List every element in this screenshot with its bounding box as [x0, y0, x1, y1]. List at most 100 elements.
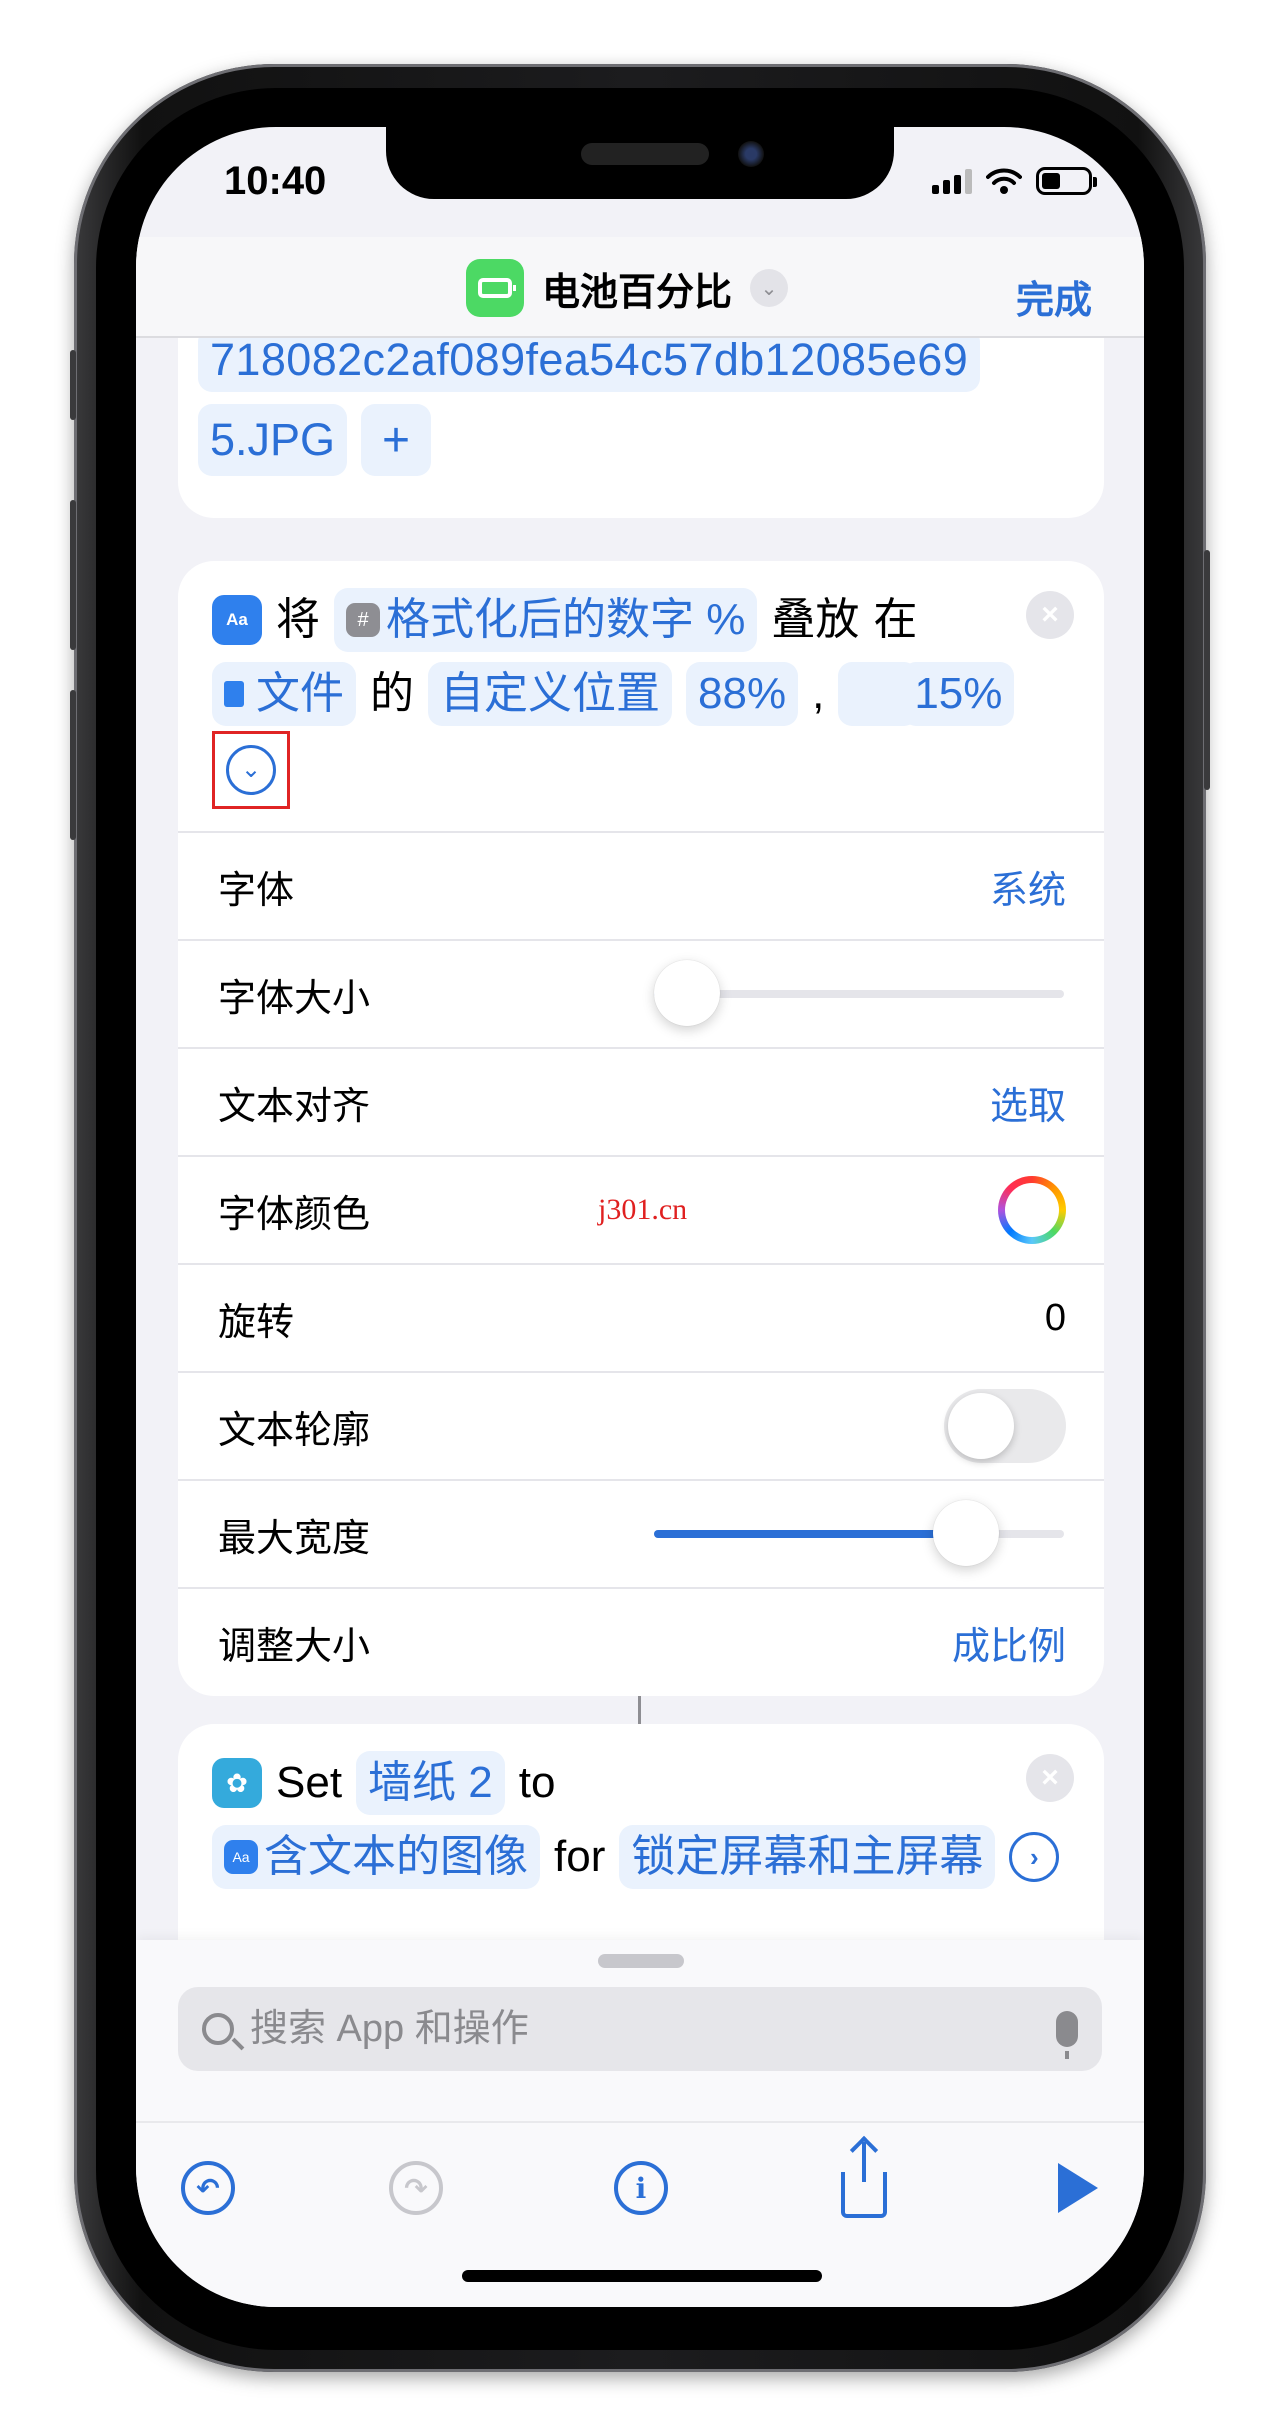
- param-row-text-outline: 文本轮廓: [178, 1371, 1104, 1479]
- image-token[interactable]: Aa 含文本的图像: [212, 1825, 540, 1889]
- wifi-icon: [986, 168, 1022, 194]
- param-row-resize[interactable]: 调整大小 成比例: [178, 1587, 1104, 1695]
- volume-down-button: [70, 690, 76, 840]
- silent-switch: [70, 350, 76, 420]
- slider-thumb[interactable]: [654, 960, 720, 1026]
- shortcut-editor: 718082c2af089fea54c57db12085e69 5.JPG + …: [136, 338, 1144, 1940]
- watermark: j301.cn: [598, 1193, 688, 1226]
- chevron-right-circle-icon[interactable]: ›: [1009, 1832, 1060, 1882]
- phone-screen: 10:40 电池百分比 ⌄ 完成 718082c2af089fea54c57db…: [136, 127, 1144, 2307]
- chevron-down-icon[interactable]: ⌄: [750, 269, 789, 307]
- font-size-slider[interactable]: [654, 960, 1064, 1026]
- word-de: 的: [370, 669, 414, 718]
- overlay-text-app-icon: Aa: [212, 595, 262, 645]
- done-button[interactable]: 完成: [1016, 269, 1092, 324]
- variable-token-label: 格式化后的数字 %: [386, 595, 746, 644]
- word-zai: 在: [873, 595, 918, 644]
- play-icon: [1058, 2163, 1098, 2213]
- status-time: 10:40: [224, 159, 327, 203]
- overlay-text-icon: Aa: [224, 1840, 258, 1874]
- param-row-font-color[interactable]: 字体颜色 j301.cn: [178, 1155, 1104, 1263]
- status-icons: [932, 167, 1097, 195]
- action-card-overlay-text: × Aa 将 # 格式化后的数字 % 叠放 在 文件 的 自定义位置 88% ,…: [178, 561, 1104, 1696]
- share-icon: [841, 2142, 887, 2218]
- max-width-slider[interactable]: [654, 1500, 1064, 1566]
- wallpaper-action-sentence: ✿ Set 墙纸 2 to Aa 含文本的图像 for 锁定屏幕和主屏幕 ›: [212, 1746, 1074, 1894]
- toolbar-buttons: ↶ ↷ i: [136, 2142, 1144, 2220]
- remove-action-icon[interactable]: ×: [1026, 591, 1074, 639]
- action-card-file: 718082c2af089fea54c57db12085e69 5.JPG +: [178, 338, 1104, 518]
- param-label: 文本对齐: [218, 1085, 371, 1128]
- variable-token[interactable]: # 格式化后的数字 %: [334, 588, 758, 652]
- word-overlay: 叠放: [771, 595, 860, 644]
- param-value[interactable]: 成比例: [952, 1615, 1066, 1670]
- param-row-rotation[interactable]: 旋转 0: [178, 1263, 1104, 1371]
- action-card-set-wallpaper: × ✿ Set 墙纸 2 to Aa 含文本的图像 for 锁定屏幕和主屏幕 ›: [178, 1724, 1104, 1940]
- text-outline-toggle[interactable]: [944, 1389, 1066, 1463]
- navigation-bar: 电池百分比 ⌄ 完成: [136, 237, 1144, 338]
- x-position-token[interactable]: 88%: [686, 662, 799, 726]
- param-row-max-width: 最大宽度: [178, 1479, 1104, 1587]
- position-token[interactable]: 自定义位置: [428, 662, 672, 726]
- toggle-knob: [948, 1393, 1014, 1459]
- front-camera: [738, 141, 764, 167]
- wallpaper-app-icon: ✿: [212, 1758, 262, 1808]
- slider-thumb[interactable]: [932, 1500, 999, 1566]
- file-token[interactable]: 文件: [212, 662, 356, 726]
- param-value[interactable]: 0: [1045, 1297, 1066, 1340]
- home-indicator[interactable]: [462, 2270, 822, 2282]
- action-connector-line: [638, 1696, 641, 1724]
- word-for: for: [554, 1832, 606, 1881]
- file-name-token-end[interactable]: 5.JPG: [198, 404, 348, 476]
- undo-icon: ↶: [181, 2161, 235, 2215]
- battery-shortcut-icon: [466, 259, 524, 317]
- target-token[interactable]: 锁定屏幕和主屏幕: [619, 1825, 996, 1889]
- file-token-label: 文件: [256, 669, 344, 718]
- color-picker-icon[interactable]: [998, 1176, 1066, 1244]
- param-row-font[interactable]: 字体 系统: [178, 831, 1104, 939]
- param-row-font-size: 字体大小: [178, 939, 1104, 1047]
- earpiece-speaker: [581, 143, 709, 165]
- wallpaper-token[interactable]: 墙纸 2: [356, 1751, 505, 1815]
- expand-options-highlight[interactable]: ⌄: [212, 731, 290, 809]
- search-input[interactable]: [250, 2007, 1056, 2051]
- y-position-token[interactable]: 15%: [902, 662, 1015, 726]
- image-token-label: 含文本的图像: [264, 1832, 528, 1881]
- overlay-action-sentence: Aa 将 # 格式化后的数字 % 叠放 在 文件 的 自定义位置 88% , 1…: [212, 583, 1074, 809]
- word-jiang: 将: [276, 595, 320, 644]
- redo-button[interactable]: ↷: [388, 2160, 444, 2216]
- info-icon: i: [614, 2161, 668, 2215]
- shortcut-title-menu[interactable]: 电池百分比 ⌄: [466, 259, 789, 317]
- notch: [386, 127, 894, 199]
- search-icon: [202, 2013, 234, 2045]
- param-label: 字体颜色: [218, 1193, 371, 1236]
- search-field[interactable]: [178, 1987, 1102, 2071]
- run-button[interactable]: [1050, 2160, 1106, 2216]
- sheet-grabber[interactable]: [598, 1954, 684, 1968]
- add-file-button[interactable]: +: [361, 404, 432, 476]
- document-icon: [224, 681, 244, 707]
- param-value[interactable]: 系统: [990, 859, 1066, 914]
- param-value[interactable]: 选取: [990, 1075, 1066, 1130]
- remove-action-icon[interactable]: ×: [1026, 1754, 1074, 1802]
- microphone-icon[interactable]: [1056, 2011, 1078, 2059]
- action-search-sheet: [136, 1940, 1144, 2307]
- cellular-signal-icon: [932, 168, 972, 194]
- param-label: 字体大小: [218, 977, 371, 1020]
- word-set: Set: [276, 1758, 343, 1807]
- param-row-text-align[interactable]: 文本对齐 选取: [178, 1047, 1104, 1155]
- info-button[interactable]: i: [613, 2160, 669, 2216]
- power-button: [1204, 550, 1210, 790]
- param-label: 最大宽度: [218, 1517, 371, 1560]
- file-name-token[interactable]: 718082c2af089fea54c57db12085e69: [198, 338, 981, 392]
- overlay-action-header: × Aa 将 # 格式化后的数字 % 叠放 在 文件 的 自定义位置 88% ,…: [178, 561, 1104, 831]
- chevron-down-circle-icon: ⌄: [226, 745, 276, 795]
- toolbar-divider: [136, 2121, 1144, 2123]
- shortcut-title: 电池百分比: [542, 271, 733, 314]
- slider-fill: [654, 1530, 966, 1538]
- volume-up-button: [70, 500, 76, 650]
- number-variable-icon: #: [346, 603, 380, 637]
- share-button[interactable]: [836, 2142, 892, 2218]
- undo-button[interactable]: ↶: [180, 2160, 236, 2216]
